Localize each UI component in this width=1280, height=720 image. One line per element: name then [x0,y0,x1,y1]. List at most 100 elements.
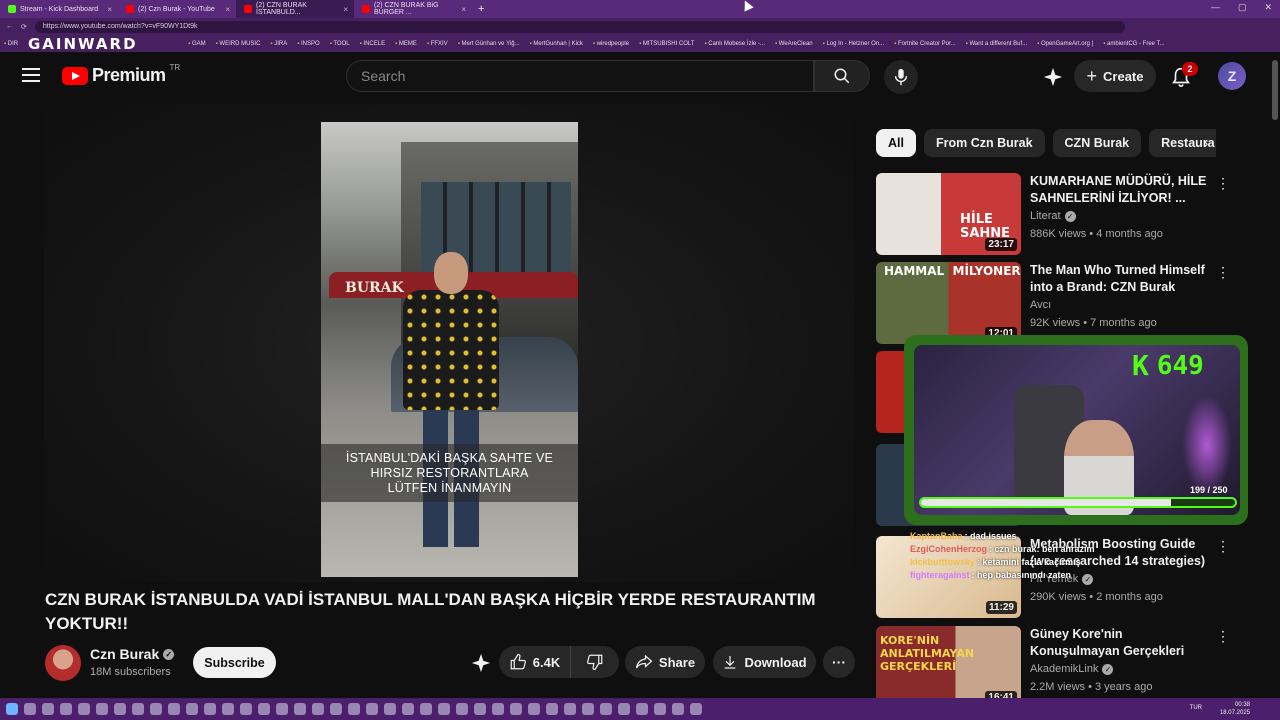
taskbar-app-icon[interactable] [258,703,270,715]
recommended-channel[interactable]: Avcı [1030,299,1051,311]
bookmark[interactable]: GAM [188,41,206,47]
page-scrollbar[interactable] [1272,60,1278,120]
taskbar-app-icon[interactable] [384,703,396,715]
taskbar-app-icon[interactable] [204,703,216,715]
taskbar-app-icon[interactable] [564,703,576,715]
recommended-title[interactable]: Güney Kore'nin Konuşulmayan Gerçekleri [1030,626,1208,660]
recommended-title[interactable]: KUMARHANE MÜDÜRÜ, HİLE SAHNELERİNİ İZLİY… [1030,173,1208,207]
taskbar-app-icon[interactable] [312,703,324,715]
like-button[interactable]: 6.4K [499,646,571,678]
taskbar-app-icon[interactable] [528,703,540,715]
taskbar-app-icon[interactable] [348,703,360,715]
taskbar-app-icon[interactable] [240,703,252,715]
taskbar-app-icon[interactable] [114,703,126,715]
reload-icon[interactable]: ⟳ [21,23,27,31]
taskbar-app-icon[interactable] [402,703,414,715]
taskbar-app-icon[interactable] [420,703,432,715]
bookmark[interactable]: FFXIV [427,41,448,47]
taskbar-app-icon[interactable] [276,703,288,715]
bookmark[interactable]: Canlı Mobese İzle -... [704,41,765,47]
close-tab-icon[interactable]: × [225,5,230,14]
bookmark[interactable]: OpenGameArt.org | [1037,41,1093,47]
taskbar-app-icon[interactable] [510,703,522,715]
taskbar-app-icon[interactable] [546,703,558,715]
channel-name[interactable]: Czn Burak [90,646,159,662]
url-field[interactable]: https://www.youtube.com/watch?v=vF90WY1D… [34,20,1125,33]
browser-tab-active[interactable]: (2) CZN BURAK İSTANBULD... × [236,0,354,18]
recommended-video[interactable]: HAMMAL MİLYONER 12:01 The Man Who Turned… [876,262,1236,346]
recommended-title[interactable]: The Man Who Turned Himself into a Brand:… [1030,262,1208,296]
taskbar-app-icon[interactable] [690,703,702,715]
bookmark[interactable]: MEME [395,41,417,47]
taskbar-app-icon[interactable] [330,703,342,715]
chip-from-channel[interactable]: From Czn Burak [923,129,1045,157]
bookmark[interactable]: INCELE [360,41,385,47]
input-language[interactable]: TUR [1190,705,1202,711]
more-vert-icon[interactable]: ⋮ [1216,538,1230,555]
taskbar-app-icon[interactable] [78,703,90,715]
browser-tab[interactable]: Stream - Kick Dashboard × [0,0,118,18]
taskbar-app-icon[interactable] [222,703,234,715]
taskbar-app-icon[interactable] [42,703,54,715]
more-vert-icon[interactable]: ⋮ [1216,628,1230,645]
minimize-icon[interactable]: — [1211,2,1220,13]
video-thumbnail[interactable]: KORE'NİN ANLATILMAYAN GERÇEKLERİ 16:41 [876,626,1021,708]
bookmark[interactable]: WeAreClean [775,41,813,47]
taskbar-app-icon[interactable] [366,703,378,715]
taskbar-app-icon[interactable] [672,703,684,715]
account-avatar[interactable]: Z [1218,62,1246,90]
chip-all[interactable]: All [876,129,916,157]
chip-czn-burak[interactable]: CZN Burak [1052,129,1142,157]
taskbar-app-icon[interactable] [24,703,36,715]
close-tab-icon[interactable]: × [107,5,112,14]
search-input[interactable]: Search [346,60,814,92]
bookmark[interactable]: WEIRD MUSIC [216,41,260,47]
create-button[interactable]: + Create [1074,60,1156,92]
new-tab-button[interactable]: + [472,3,484,15]
taskbar-app-icon[interactable] [168,703,180,715]
dislike-button[interactable] [571,646,619,678]
close-tab-icon[interactable]: × [343,5,348,14]
bookmark[interactable]: JIRA [270,41,287,47]
youtube-logo[interactable]: Premium TR [62,63,180,86]
bookmark[interactable]: MITSUBISHI COLT [639,41,695,47]
taskbar-app-icon[interactable] [96,703,108,715]
bookmark[interactable]: wiredpeople [593,41,629,47]
close-tab-icon[interactable]: × [461,5,466,14]
taskbar-app-icon[interactable] [474,703,486,715]
start-icon[interactable] [6,703,18,715]
taskbar-app-icon[interactable] [618,703,630,715]
sparkle-icon[interactable] [470,652,492,674]
channel-avatar[interactable] [45,645,81,681]
taskbar-app-icon[interactable] [186,703,198,715]
bookmark[interactable]: MertGunhan | Kick [530,41,583,47]
share-button[interactable]: Share [625,646,705,678]
browser-tab[interactable]: (2) CZN BURAK BiG BURGER ... × [354,0,472,18]
sparkle-icon[interactable] [1042,66,1064,88]
video-thumbnail[interactable]: HAMMAL MİLYONER 12:01 [876,262,1021,344]
taskbar-app-icon[interactable] [600,703,612,715]
more-vert-icon[interactable]: ⋮ [1216,264,1230,281]
more-actions-button[interactable]: ··· [823,646,855,678]
taskbar-app-icon[interactable] [456,703,468,715]
taskbar-app-icon[interactable] [150,703,162,715]
close-window-icon[interactable]: ✕ [1264,2,1272,13]
bookmark[interactable]: TOOL [330,41,349,47]
video-thumbnail[interactable]: HİLE SAHNE 23:17 [876,173,1021,255]
taskbar-app-icon[interactable] [294,703,306,715]
bookmark[interactable]: INSPO [297,41,320,47]
taskbar-app-icon[interactable] [636,703,648,715]
bookmark[interactable]: ambientCG - Free T... [1103,41,1165,47]
bookmark[interactable]: DIR [4,41,18,47]
taskbar-app-icon[interactable] [60,703,72,715]
taskbar-app-icon[interactable] [654,703,666,715]
recommended-channel[interactable]: AkademikLink ✓ [1030,663,1114,675]
more-vert-icon[interactable]: ⋮ [1216,175,1230,192]
taskbar-app-icon[interactable] [582,703,594,715]
search-button[interactable] [814,60,870,92]
bookmark[interactable]: Mert Günhan ve Yiğ... [458,41,520,47]
taskbar-app-icon[interactable] [492,703,504,715]
bookmark[interactable]: Log In - Hetzner On... [823,41,884,47]
system-clock[interactable]: 00:38 18.07.2025 [1220,701,1250,717]
voice-search-button[interactable] [884,60,918,94]
